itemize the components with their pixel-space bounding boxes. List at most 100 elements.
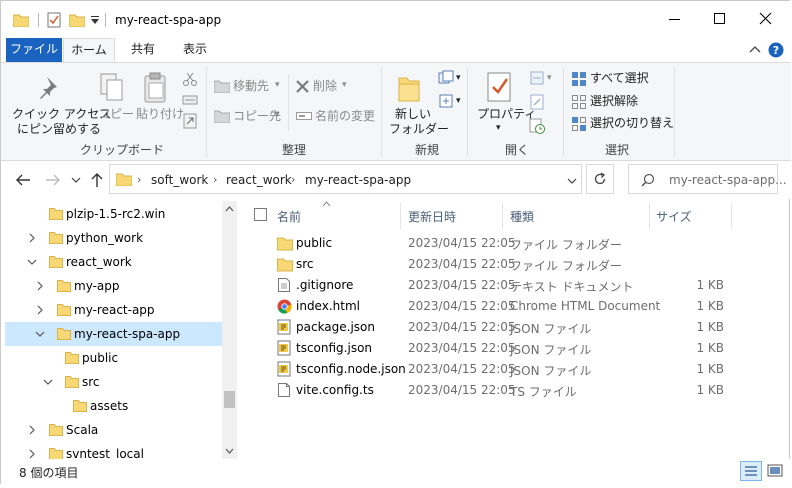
copy-to-icon xyxy=(214,110,230,123)
breadcrumb-chevron-icon[interactable]: › xyxy=(291,173,295,186)
file-name: public xyxy=(296,236,333,250)
properties-quick-icon[interactable] xyxy=(47,12,61,28)
item-count: 8 個の項目 xyxy=(19,466,79,480)
pin-label-line2: にピン留めする xyxy=(17,122,102,136)
chevron-down-icon[interactable] xyxy=(43,377,55,387)
search-box[interactable]: my-react-spa-app... xyxy=(628,164,787,194)
tab-file[interactable]: ファイル xyxy=(6,38,62,62)
large-icons-view-icon[interactable] xyxy=(767,464,783,478)
chevron-down-icon[interactable] xyxy=(27,257,39,267)
select-all-checkbox[interactable] xyxy=(254,208,267,221)
column-header-name[interactable]: 名前 xyxy=(277,208,301,225)
file-row[interactable]: package.json 2023/04/15 22:05 JSON ファイル 1 K… xyxy=(244,317,784,338)
tab-share[interactable]: 共有 xyxy=(119,38,167,62)
breadcrumb-react-work[interactable]: react_work xyxy=(226,173,292,187)
tree-item[interactable]: my-app xyxy=(5,274,223,298)
close-icon[interactable] xyxy=(758,11,774,27)
copy-path-icon[interactable] xyxy=(182,92,198,108)
file-row[interactable]: src 2023/04/15 22:05 ファイル フォルダー xyxy=(244,254,784,275)
open-icon[interactable] xyxy=(529,70,545,86)
chevron-right-icon[interactable] xyxy=(27,425,39,435)
details-view-button[interactable] xyxy=(740,461,762,481)
scrollbar-thumb[interactable] xyxy=(224,391,235,408)
file-row[interactable]: index.html 2023/04/15 22:05 Chrome HTML Do… xyxy=(244,296,784,317)
new-folder-label-line1: 新しい xyxy=(395,107,432,121)
quick-access-separator xyxy=(38,13,39,27)
address-bar[interactable]: › soft_work › react_work › my-react-spa-… xyxy=(109,164,582,194)
tree-scrollbar[interactable] xyxy=(222,201,237,461)
file-type: ファイル フォルダー xyxy=(510,259,622,273)
file-row[interactable]: vite.config.ts 2023/04/15 22:05 TS ファイル 1 K… xyxy=(244,380,784,401)
tree-item[interactable]: assets xyxy=(5,394,223,418)
easy-access-icon[interactable] xyxy=(438,93,454,109)
column-divider[interactable] xyxy=(731,203,732,229)
tree-item[interactable]: public xyxy=(5,346,223,370)
chevron-right-icon[interactable] xyxy=(27,449,39,459)
address-history-chevron-icon[interactable] xyxy=(567,177,577,185)
column-header-type[interactable]: 種類 xyxy=(510,208,534,225)
tab-home[interactable]: ホーム xyxy=(63,38,115,62)
breadcrumb-soft-work[interactable]: soft_work xyxy=(151,173,208,187)
edit-icon[interactable] xyxy=(529,94,545,110)
tab-view[interactable]: 表示 xyxy=(171,38,219,62)
scroll-up-icon[interactable] xyxy=(225,205,234,212)
column-header-size[interactable]: サイズ xyxy=(656,208,692,225)
tree-item[interactable]: react_work xyxy=(5,250,223,274)
help-icon[interactable]: ? xyxy=(768,42,784,58)
tree-item[interactable]: Scala xyxy=(5,418,223,442)
new-item-dropdown-icon[interactable]: ▾ xyxy=(456,71,461,86)
tree-item[interactable]: src xyxy=(5,370,223,394)
file-type: JSON ファイル xyxy=(510,343,592,357)
invert-selection-button[interactable]: 選択の切り替え xyxy=(590,116,674,131)
open-dropdown-icon[interactable]: ▾ xyxy=(547,71,552,86)
paste-shortcut-icon[interactable] xyxy=(182,113,198,129)
tree-item-label: python_work xyxy=(66,231,144,245)
history-icon[interactable] xyxy=(529,118,545,134)
column-divider[interactable] xyxy=(502,203,503,229)
maximize-icon[interactable] xyxy=(712,11,728,27)
tree-item[interactable]: my-react-app xyxy=(5,298,223,322)
scroll-down-icon[interactable] xyxy=(225,448,234,455)
file-name: tsconfig.json xyxy=(296,341,373,355)
file-size: 1 KB xyxy=(696,320,724,334)
minimize-icon[interactable] xyxy=(667,11,683,27)
back-arrow-icon[interactable] xyxy=(15,173,31,187)
easy-access-dropdown-icon[interactable]: ▾ xyxy=(456,94,461,109)
up-arrow-icon[interactable] xyxy=(90,172,104,188)
copy-to-dropdown-icon: ▾ xyxy=(275,110,280,120)
window-title: my-react-spa-app xyxy=(115,13,222,27)
paste-button[interactable]: 貼り付け xyxy=(136,107,184,122)
cut-icon[interactable] xyxy=(182,71,198,87)
file-row[interactable]: tsconfig.json 2023/04/15 22:05 JSON ファイル 1 … xyxy=(244,338,784,359)
forward-arrow-icon[interactable] xyxy=(45,173,61,187)
select-all-button[interactable]: すべて選択 xyxy=(590,71,649,86)
column-header-date[interactable]: 更新日時 xyxy=(408,208,456,225)
file-row[interactable]: public 2023/04/15 22:05 ファイル フォルダー xyxy=(244,233,784,254)
new-item-icon[interactable] xyxy=(438,70,454,86)
properties-label: プロパティ xyxy=(477,107,537,121)
recent-locations-chevron-icon[interactable] xyxy=(71,176,81,184)
chevron-down-icon[interactable] xyxy=(35,329,47,339)
copy-button[interactable]: コピー xyxy=(98,107,134,122)
chevron-right-icon[interactable] xyxy=(35,281,47,291)
ribbon-separator xyxy=(674,67,675,157)
select-none-button[interactable]: 選択解除 xyxy=(590,94,638,109)
tree-item[interactable]: python_work xyxy=(5,226,223,250)
tree-item[interactable]: my-react-spa-app xyxy=(5,322,223,346)
collapse-ribbon-icon[interactable] xyxy=(749,45,761,55)
refresh-button[interactable] xyxy=(586,164,614,194)
customize-quick-access-icon[interactable] xyxy=(90,16,100,26)
breadcrumb-chevron-icon[interactable]: › xyxy=(213,173,217,186)
column-divider[interactable] xyxy=(649,203,650,229)
file-row[interactable]: tsconfig.node.json 2023/04/15 22:05 JSON フ… xyxy=(244,359,784,380)
chevron-right-icon[interactable] xyxy=(27,233,39,243)
rename-button[interactable]: 名前の変更 xyxy=(315,109,375,124)
column-divider[interactable] xyxy=(400,203,401,229)
breadcrumb-chevron-icon[interactable]: › xyxy=(137,173,141,186)
tree-item[interactable]: plzip-1.5-rc2.win xyxy=(5,202,223,226)
chevron-right-icon[interactable] xyxy=(35,305,47,315)
file-row[interactable]: .gitignore 2023/04/15 22:05 テキスト ドキュメント 1 K… xyxy=(244,275,784,296)
new-folder-quick-icon[interactable] xyxy=(69,13,85,27)
breadcrumb-my-react-spa-app[interactable]: my-react-spa-app xyxy=(305,173,411,187)
file-size: 1 KB xyxy=(696,299,724,313)
